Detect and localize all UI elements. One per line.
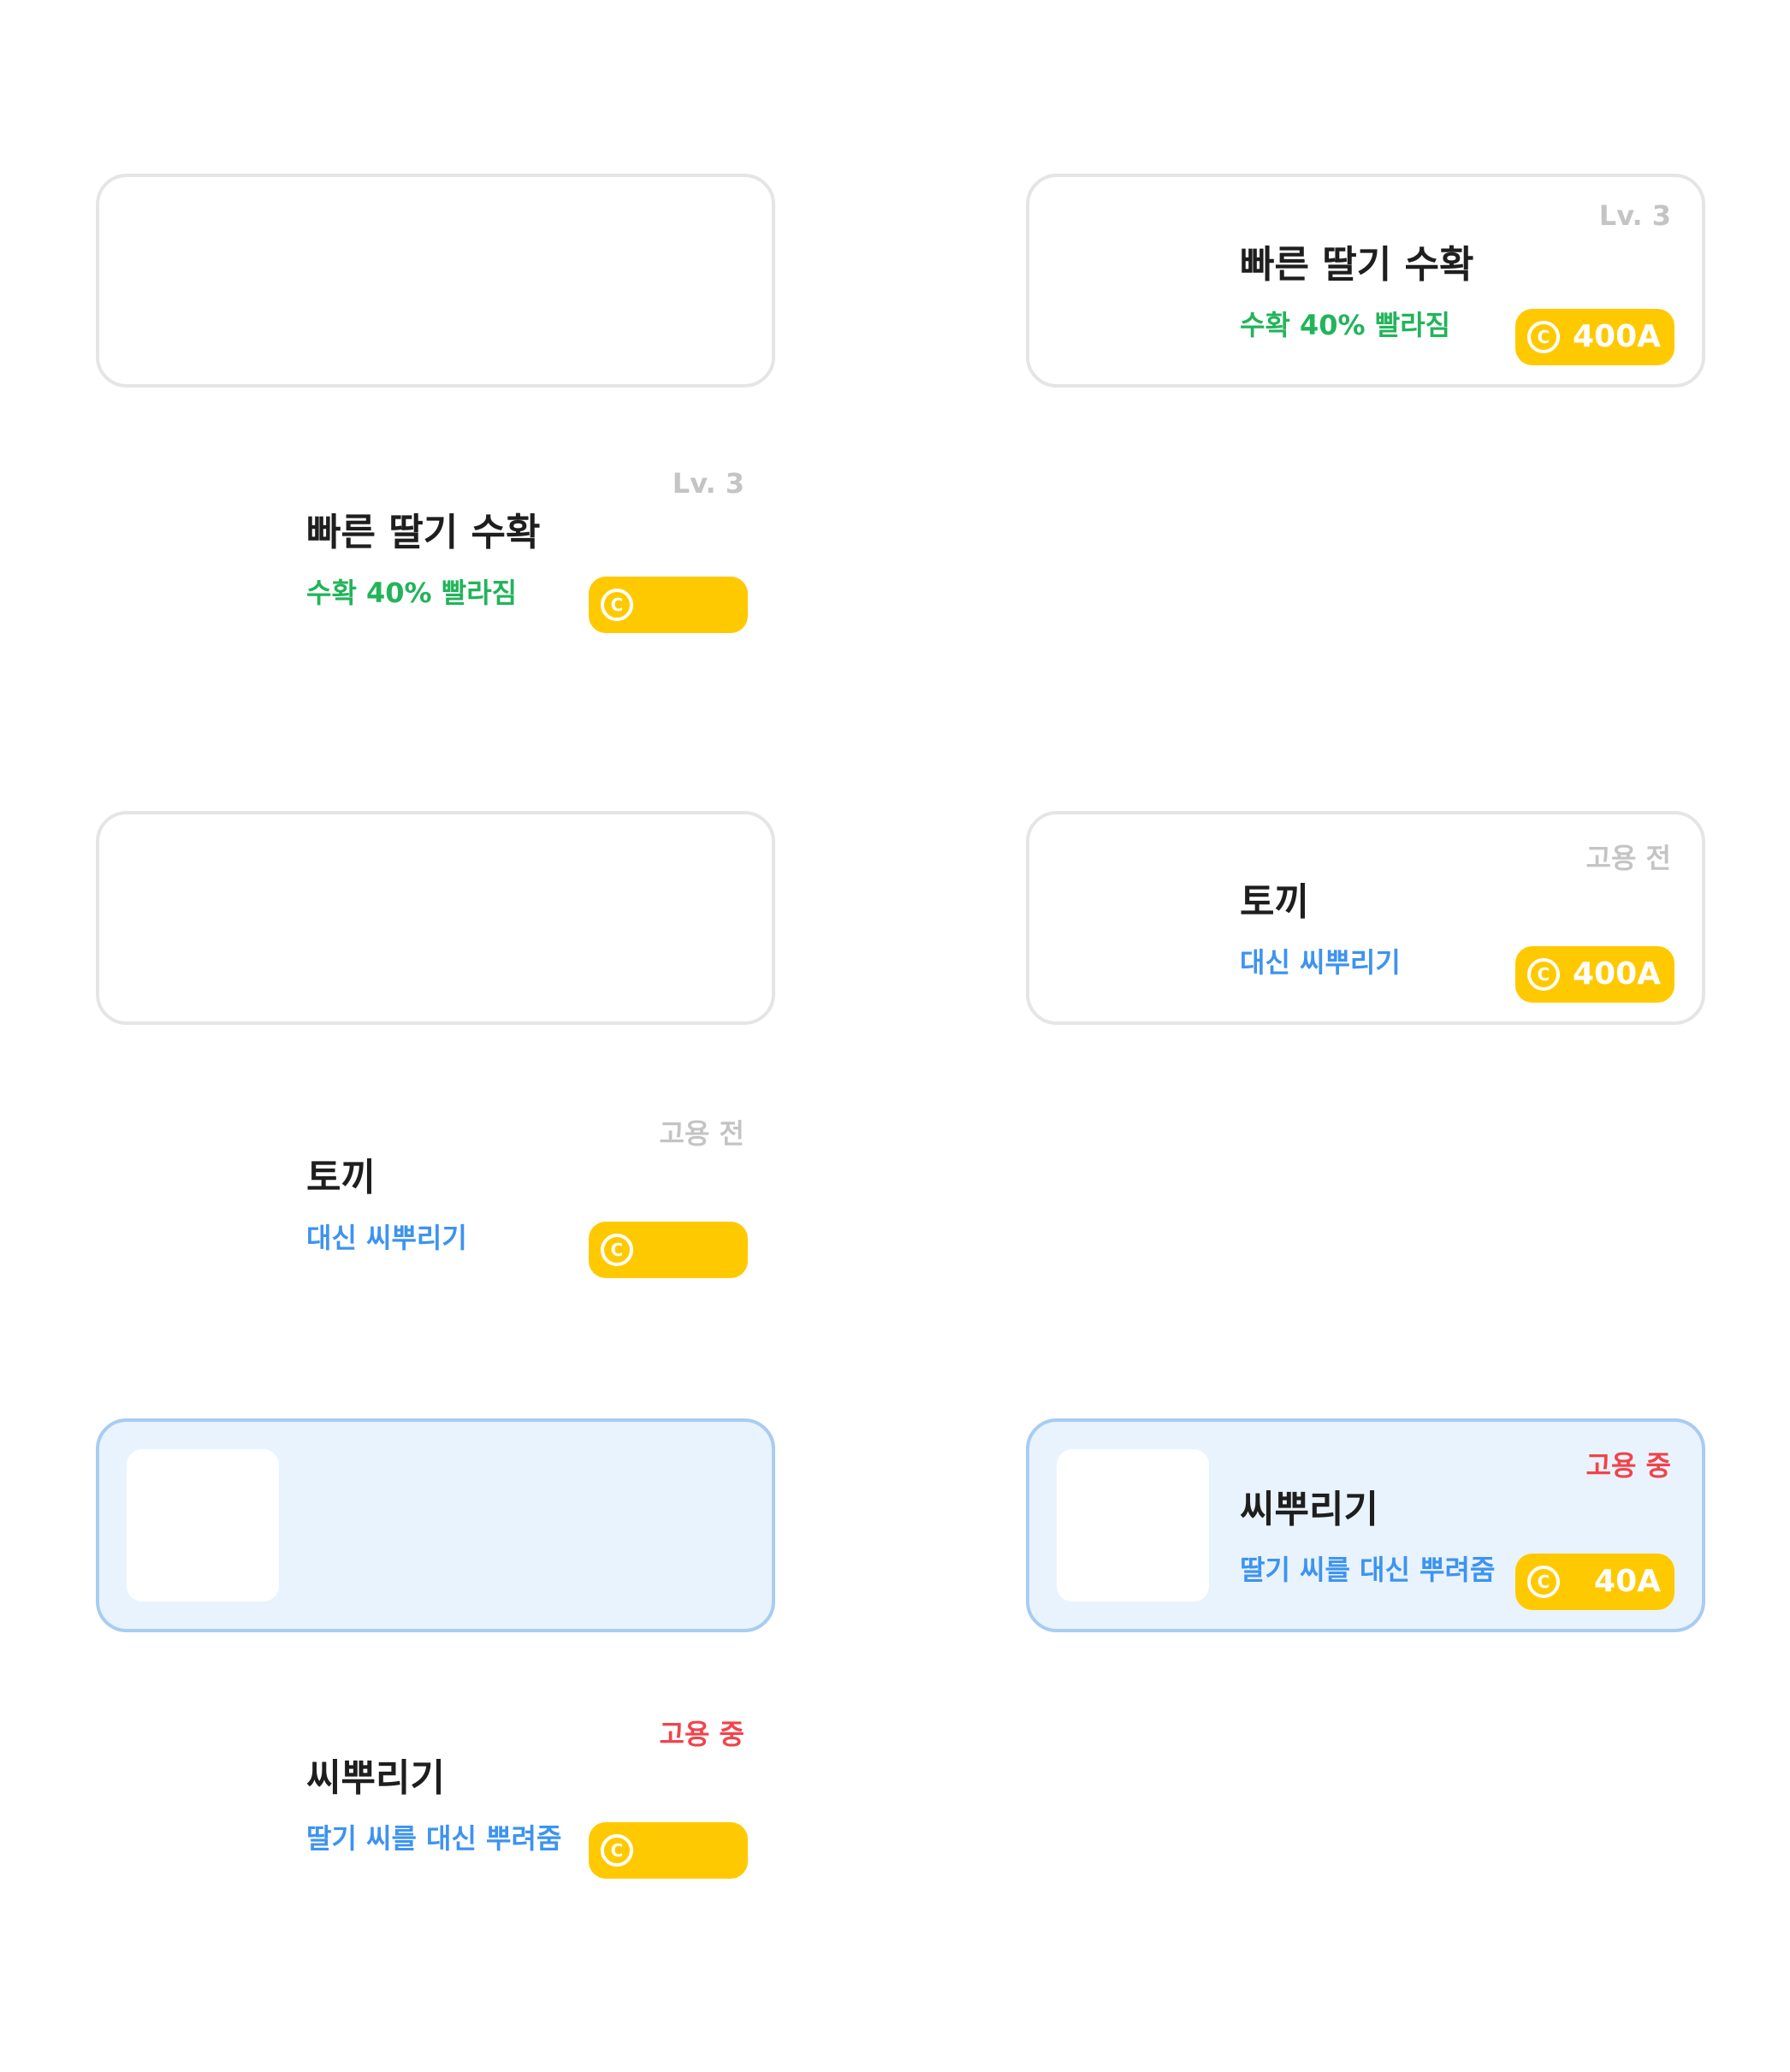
worker-title: 토끼: [306, 1156, 376, 1199]
hire-price-button[interactable]: C 40A: [1515, 1554, 1674, 1610]
upgrade-title: 빠른 딸기 수확: [1240, 243, 1474, 287]
worker-description: 딸기 씨를 대신 뿌려줌: [306, 1822, 562, 1855]
seeder-card-empty: [96, 1418, 775, 1632]
price-amount: 400A: [1572, 319, 1661, 354]
worker-description: 딸기 씨를 대신 뿌려줌: [1240, 1554, 1496, 1586]
rabbit-card-content: 고용 전 토끼 대신 씨뿌리기 C: [96, 1090, 775, 1304]
upgrade-card[interactable]: Lv. 3 빠른 딸기 수확 수확 40% 빨라짐 C 400A: [1026, 174, 1705, 388]
seeder-card[interactable]: 고용 중 씨뿌리기 딸기 씨를 대신 뿌려줌 C 40A: [1026, 1418, 1705, 1632]
upgrade-card-content: Lv. 3 빠른 딸기 수확 수확 40% 빨라짐 C: [96, 445, 775, 659]
worker-thumbnail: [127, 1449, 279, 1601]
coin-icon: C: [1527, 1566, 1560, 1598]
coin-icon: C: [601, 589, 633, 621]
hire-price-button[interactable]: C: [589, 1822, 748, 1879]
seeder-card-content: 고용 중 씨뿌리기 딸기 씨를 대신 뿌려줌 C: [96, 1690, 775, 1904]
worker-title: 씨뿌리기: [1240, 1488, 1378, 1531]
worker-title: 토끼: [1240, 880, 1309, 924]
upgrade-title: 빠른 딸기 수확: [306, 511, 541, 554]
upgrade-price-button[interactable]: C: [589, 577, 748, 633]
coin-icon: C: [601, 1834, 633, 1867]
worker-title: 씨뿌리기: [306, 1756, 445, 1800]
hire-status-label: 고용 중: [1586, 1449, 1671, 1482]
price-amount: 400A: [1572, 956, 1661, 992]
upgrade-price-button[interactable]: C 400A: [1515, 309, 1674, 365]
hire-price-button[interactable]: C: [589, 1222, 748, 1278]
upgrade-description: 수확 40% 빨라짐: [1240, 309, 1451, 341]
upgrade-description: 수확 40% 빨라짐: [306, 577, 518, 609]
worker-description: 대신 씨뿌리기: [306, 1222, 467, 1254]
hire-status-label: 고용 전: [1586, 842, 1671, 874]
rabbit-card-empty: [96, 811, 775, 1025]
coin-icon: C: [1527, 958, 1560, 991]
level-label: Lv. 3: [672, 467, 744, 500]
hire-status-label: 고용 중: [659, 1718, 744, 1750]
coin-icon: C: [601, 1234, 633, 1266]
coin-icon: C: [1527, 321, 1560, 353]
rabbit-card[interactable]: 고용 전 토끼 대신 씨뿌리기 C 400A: [1026, 811, 1705, 1025]
level-label: Lv. 3: [1598, 199, 1671, 232]
worker-thumbnail: [1057, 1449, 1209, 1601]
price-amount: 40A: [1594, 1564, 1661, 1599]
hire-price-button[interactable]: C 400A: [1515, 946, 1674, 1003]
hire-status-label: 고용 전: [659, 1117, 744, 1150]
upgrade-card-empty: [96, 174, 775, 388]
worker-description: 대신 씨뿌리기: [1240, 946, 1401, 979]
